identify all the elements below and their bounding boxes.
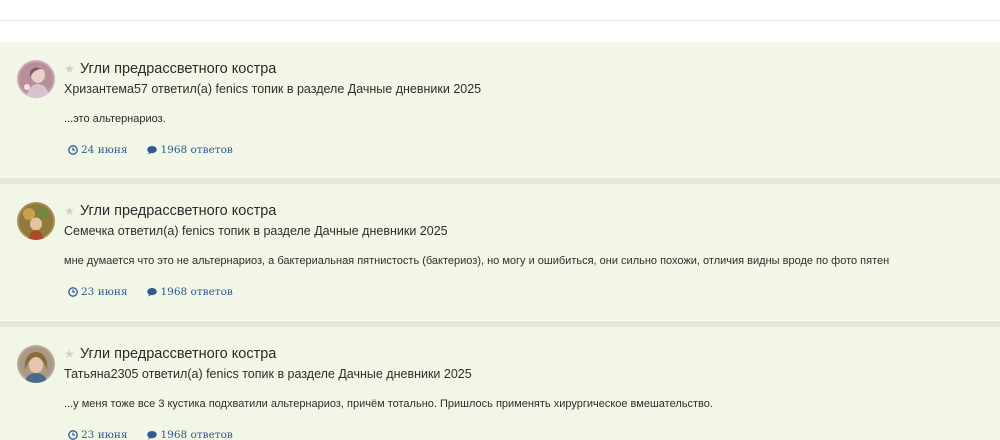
post-snippet: мне думается что это не альтернариоз, а … bbox=[64, 255, 890, 267]
top-bar bbox=[0, 0, 1000, 21]
comment-icon bbox=[147, 146, 158, 155]
reply-count: 1968 ответов bbox=[160, 144, 233, 156]
post-date: 23 июня bbox=[81, 286, 128, 298]
title-row: ★ Угли предрассветного костра bbox=[64, 60, 276, 78]
activity-meta: Татьяна2305 ответил(а) fenics топик в ра… bbox=[64, 367, 472, 381]
activity-item: ★ Угли предрассветного костра Хризантема… bbox=[0, 42, 1000, 178]
title-row: ★ Угли предрассветного костра bbox=[64, 202, 276, 220]
avatar[interactable] bbox=[17, 60, 55, 98]
replies-link[interactable]: 1968 ответов bbox=[147, 428, 233, 440]
reply-count: 1968 ответов bbox=[160, 286, 233, 298]
activity-footer: 23 июня 1968 ответов bbox=[68, 285, 233, 299]
clock-icon bbox=[68, 287, 78, 297]
post-date: 24 июня bbox=[81, 144, 128, 156]
avatar[interactable] bbox=[17, 202, 55, 240]
reply-count: 1968 ответов bbox=[160, 429, 233, 440]
post-snippet: ...у меня тоже все 3 кустика подхватили … bbox=[64, 398, 713, 410]
activity-footer: 23 июня 1968 ответов bbox=[68, 428, 233, 440]
date-link[interactable]: 24 июня bbox=[68, 143, 127, 157]
activity-item: ★ Угли предрассветного костра Семечка от… bbox=[0, 184, 1000, 320]
star-icon[interactable]: ★ bbox=[64, 345, 78, 363]
title-row: ★ Угли предрассветного костра bbox=[64, 345, 276, 363]
activity-item: ★ Угли предрассветного костра Татьяна230… bbox=[0, 327, 1000, 440]
comment-icon bbox=[147, 431, 158, 440]
post-date: 23 июня bbox=[81, 429, 128, 440]
replies-link[interactable]: 1968 ответов bbox=[147, 285, 233, 299]
star-icon[interactable]: ★ bbox=[64, 202, 78, 220]
activity-footer: 24 июня 1968 ответов bbox=[68, 143, 233, 157]
date-link[interactable]: 23 июня bbox=[68, 428, 127, 440]
topic-title[interactable]: Угли предрассветного костра bbox=[80, 202, 276, 220]
clock-icon bbox=[68, 430, 78, 440]
activity-meta: Семечка ответил(а) fenics топик в раздел… bbox=[64, 224, 448, 238]
star-icon[interactable]: ★ bbox=[64, 60, 78, 78]
topic-title[interactable]: Угли предрассветного костра bbox=[80, 345, 276, 363]
avatar[interactable] bbox=[17, 345, 55, 383]
replies-link[interactable]: 1968 ответов bbox=[147, 143, 233, 157]
topic-title[interactable]: Угли предрассветного костра bbox=[80, 60, 276, 78]
post-snippet: ...это альтернариоз. bbox=[64, 113, 166, 125]
comment-icon bbox=[147, 288, 158, 297]
clock-icon bbox=[68, 145, 78, 155]
activity-meta: Хризантема57 ответил(а) fenics топик в р… bbox=[64, 82, 482, 96]
date-link[interactable]: 23 июня bbox=[68, 285, 127, 299]
